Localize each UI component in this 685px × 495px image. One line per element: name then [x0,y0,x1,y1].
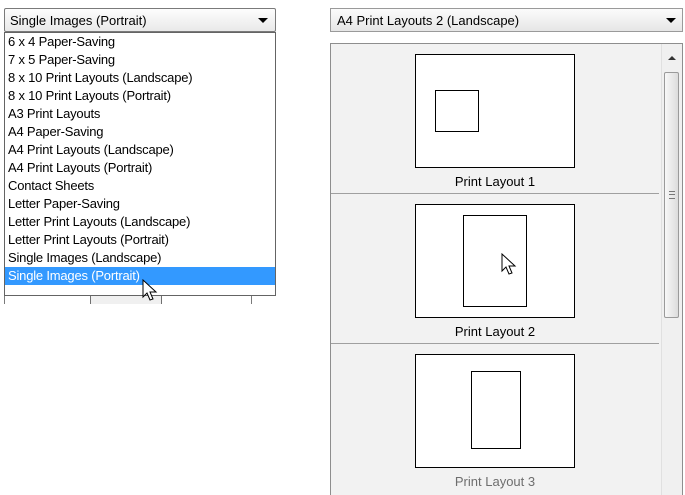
layout-label: Print Layout 3 [454,474,536,489]
scroll-up-arrow-icon[interactable] [668,56,676,60]
dropdown-option[interactable]: A3 Print Layouts [5,105,275,123]
dropdown-option[interactable]: Letter Print Layouts (Landscape) [5,213,275,231]
dropdown-option[interactable]: 7 x 5 Paper-Saving [5,51,275,69]
layout-category-list[interactable]: 6 x 4 Paper-Saving 7 x 5 Paper-Saving 8 x … [4,32,276,296]
layout-category-dropdown[interactable]: Single Images (Portrait) [4,8,276,32]
image-slot [435,90,479,132]
dropdown-option[interactable]: 8 x 10 Print Layouts (Landscape) [5,69,275,87]
dropdown-option[interactable]: Letter Print Layouts (Portrait) [5,231,275,249]
dropdown-option[interactable]: A4 Print Layouts (Portrait) [5,159,275,177]
dropdown-option[interactable]: 8 x 10 Print Layouts (Portrait) [5,87,275,105]
chevron-down-icon[interactable] [666,18,676,23]
dropdown-option[interactable]: A4 Paper-Saving [5,123,275,141]
chevron-down-icon[interactable] [258,18,268,23]
print-layout-gallery[interactable]: Print Layout 1 Print Layout 2 Print Layo… [330,43,683,495]
dropdown-option[interactable]: Contact Sheets [5,177,275,195]
obscured-background-control [4,296,252,304]
image-slot [471,371,521,449]
mouse-pointer-icon [501,253,517,275]
dropdown-option[interactable]: 6 x 4 Paper-Saving [5,33,275,51]
layout-label: Print Layout 1 [454,174,536,189]
mouse-pointer-icon [142,279,158,301]
layout-item-2[interactable]: Print Layout 2 [331,194,659,344]
layout-thumbnail [415,54,575,168]
layout-item-1[interactable]: Print Layout 1 [331,44,659,194]
scrollbar-thumb[interactable] [664,72,679,318]
layout-thumbnail [415,204,575,318]
dropdown-option[interactable]: Letter Paper-Saving [5,195,275,213]
grip-icon [669,191,675,199]
layout-set-dropdown[interactable]: A4 Print Layouts 2 (Landscape) [330,8,683,32]
layout-item-3[interactable]: Print Layout 3 [331,344,659,493]
layout-thumbnail [415,354,575,468]
dropdown-option[interactable]: Single Images (Landscape) [5,249,275,267]
gallery-scrollbar[interactable] [661,44,682,495]
dropdown-option[interactable]: Single Images (Portrait) [5,267,275,285]
layout-category-selected: Single Images (Portrait) [10,13,147,28]
dropdown-option[interactable]: A4 Print Layouts (Landscape) [5,141,275,159]
layout-set-selected: A4 Print Layouts 2 (Landscape) [337,13,520,28]
layout-label: Print Layout 2 [454,324,536,339]
